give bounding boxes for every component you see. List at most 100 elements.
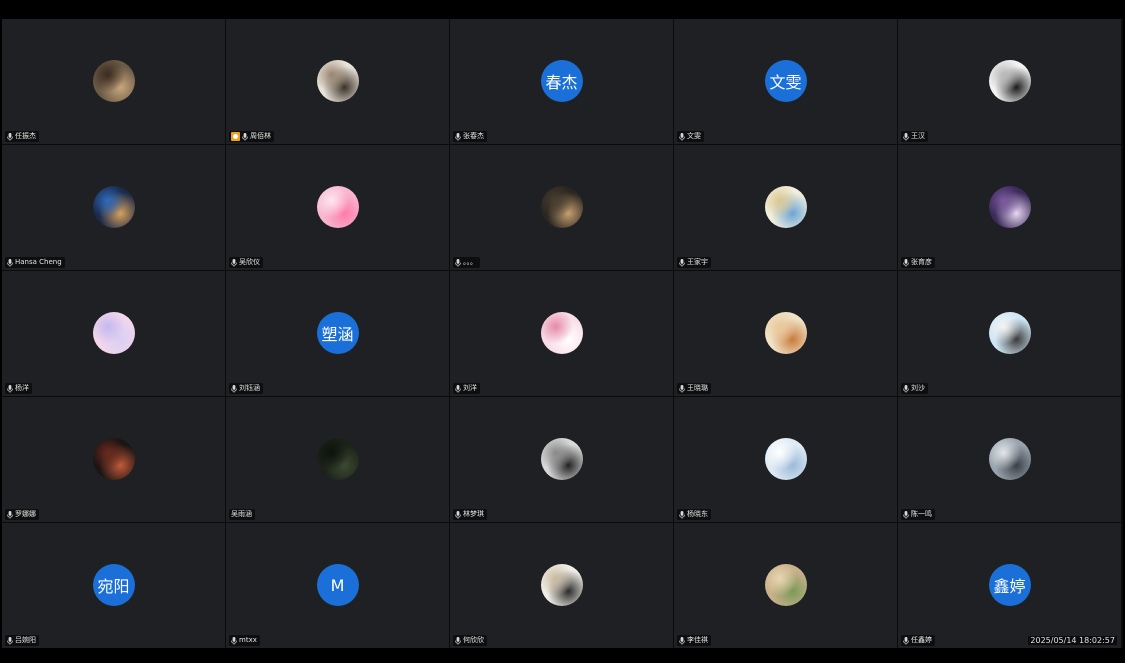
participant-name: 吴雨涵 (231, 510, 252, 518)
participant-nameplate: 王汉 (901, 131, 928, 142)
participant-name: Hansa Cheng (15, 258, 62, 266)
microphone-icon (679, 636, 685, 645)
participant-name: 刘钰涵 (239, 384, 260, 392)
microphone-icon (7, 636, 13, 645)
participant-tile[interactable]: 罗娜娜 (2, 397, 225, 522)
microphone-icon (231, 384, 237, 393)
microphone-icon (455, 258, 461, 267)
participant-nameplate: 任振杰 (5, 131, 39, 142)
participant-nameplate: 王晓璐 (677, 383, 711, 394)
participant-tile[interactable]: 何欣欣 (450, 523, 673, 648)
participant-nameplate: 杨晓东 (677, 509, 711, 520)
participant-name: 张育彦 (911, 258, 932, 266)
avatar-initials-text: 塑涵 (321, 325, 354, 344)
participant-tile[interactable]: 鑫婷任鑫婷 (898, 523, 1121, 648)
participant-avatar-photo (92, 60, 135, 102)
participant-tile[interactable]: 吴欣仪 (226, 145, 449, 270)
microphone-icon (679, 384, 685, 393)
participant-tile[interactable]: 文雯 文雯 (674, 19, 897, 144)
participant-tile[interactable]: Hansa Cheng (2, 145, 225, 270)
participant-tile[interactable]: Mmtxx (226, 523, 449, 648)
participant-name: 张春杰 (463, 132, 484, 140)
participant-avatar-initials: 文雯 (764, 60, 807, 102)
microphone-icon (903, 258, 909, 267)
participant-name: mtxx (239, 636, 257, 644)
participant-tile[interactable]: 王晓璐 (674, 271, 897, 396)
participant-nameplate: 文雯 (677, 131, 704, 142)
participant-tile[interactable]: 林梦琪 (450, 397, 673, 522)
participant-nameplate: 刘钰涵 (229, 383, 263, 394)
participant-tile[interactable]: 。。。 (450, 145, 673, 270)
bottom-bar (0, 648, 1125, 663)
participant-name: 刘洋 (463, 384, 477, 392)
participant-avatar-initials: 宛阳 (92, 564, 135, 606)
participant-avatar-initials: 春杰 (540, 60, 583, 102)
participant-avatar-photo (988, 438, 1031, 480)
participant-tile[interactable]: 王家宇 (674, 145, 897, 270)
participant-name: 吕婉阳 (15, 636, 36, 644)
participant-tile[interactable]: 李佳祺 (674, 523, 897, 648)
participant-tile[interactable]: 刘洋 (450, 271, 673, 396)
participant-name: 杨晓东 (687, 510, 708, 518)
microphone-icon (903, 510, 909, 519)
participant-avatar-photo (92, 438, 135, 480)
participant-avatar-photo (540, 312, 583, 354)
recording-timestamp: 2025/05/14 18:02:57 (1028, 636, 1117, 645)
participant-nameplate: 陈一鸣 (901, 509, 935, 520)
participant-tile[interactable]: 杨洋 (2, 271, 225, 396)
participant-tile[interactable]: 王汉 (898, 19, 1121, 144)
participant-nameplate: 刘洋 (453, 383, 480, 394)
participant-name: 吴欣仪 (239, 258, 260, 266)
participant-tile[interactable]: 杨晓东 (674, 397, 897, 522)
participant-avatar-initials: 塑涵 (316, 312, 359, 354)
participant-avatar-photo (764, 438, 807, 480)
participant-avatar-photo (764, 186, 807, 228)
participant-avatar-photo (540, 438, 583, 480)
microphone-icon (7, 132, 13, 141)
participant-name: 。。。 (463, 258, 477, 266)
participant-name: 任振杰 (15, 132, 36, 140)
participant-avatar-photo (316, 186, 359, 228)
participant-avatar-initials: 鑫婷 (988, 564, 1031, 606)
participant-name: 文雯 (687, 132, 701, 140)
participant-tile[interactable]: 周佰林 (226, 19, 449, 144)
participant-name: 罗娜娜 (15, 510, 36, 518)
participant-tile[interactable]: 吴雨涵 (226, 397, 449, 522)
participant-tile[interactable]: 刘沙 (898, 271, 1121, 396)
participant-nameplate: 吴雨涵 (229, 509, 255, 520)
participant-name: 何欣欣 (463, 636, 484, 644)
participant-name: 任鑫婷 (911, 636, 932, 644)
participant-nameplate: 周佰林 (229, 131, 274, 142)
participant-avatar-photo (764, 564, 807, 606)
microphone-icon (455, 636, 461, 645)
participant-nameplate: Hansa Cheng (5, 257, 65, 268)
participant-nameplate: 何欣欣 (453, 635, 487, 646)
participant-name: 林梦琪 (463, 510, 484, 518)
microphone-icon (455, 510, 461, 519)
participant-tile[interactable]: 陈一鸣 (898, 397, 1121, 522)
participant-name: 王晓璐 (687, 384, 708, 392)
participant-nameplate: 林梦琪 (453, 509, 487, 520)
avatar-initials-text: M (330, 575, 345, 595)
participant-avatar-photo (316, 438, 359, 480)
participant-tile[interactable]: 塑涵刘钰涵 (226, 271, 449, 396)
participant-nameplate: mtxx (229, 635, 260, 646)
avatar-initials-text: 宛阳 (97, 577, 130, 596)
participant-nameplate: 李佳祺 (677, 635, 711, 646)
participant-tile[interactable]: 任振杰 (2, 19, 225, 144)
microphone-icon (242, 132, 248, 141)
microphone-icon (231, 258, 237, 267)
microphone-icon (7, 384, 13, 393)
participant-nameplate: 吴欣仪 (229, 257, 263, 268)
participant-avatar-initials: M (316, 564, 359, 606)
microphone-icon (7, 258, 13, 267)
participant-avatar-photo (988, 186, 1031, 228)
participant-tile[interactable]: 春杰张春杰 (450, 19, 673, 144)
participant-avatar-photo (540, 186, 583, 228)
participant-tile[interactable]: 宛阳吕婉阳 (2, 523, 225, 648)
participant-avatar-photo (764, 312, 807, 354)
participant-avatar-photo (92, 312, 135, 354)
participant-avatar-photo (316, 60, 359, 102)
participant-name: 陈一鸣 (911, 510, 932, 518)
participant-tile[interactable]: 张育彦 (898, 145, 1121, 270)
